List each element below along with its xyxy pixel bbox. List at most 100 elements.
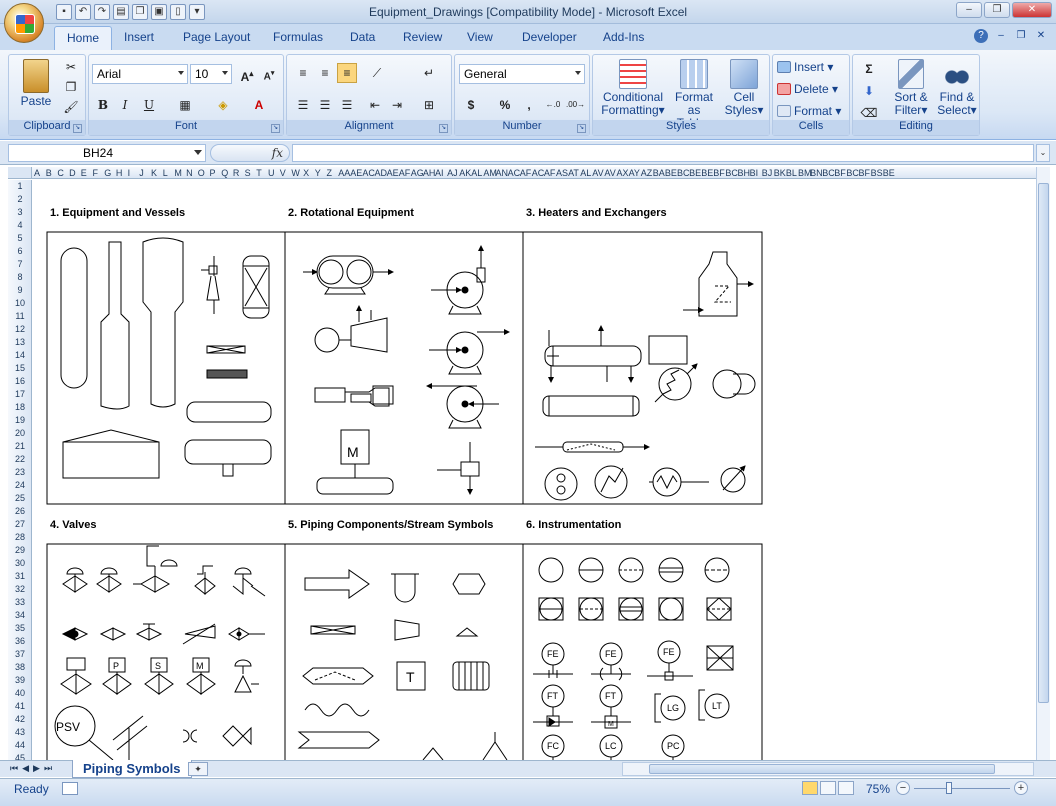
- column-header[interactable]: W: [291, 167, 303, 178]
- column-header[interactable]: AC: [362, 167, 375, 178]
- sheet-tab-piping-symbols[interactable]: Piping Symbols: [72, 760, 192, 778]
- column-header[interactable]: AF: [544, 167, 556, 178]
- row-header[interactable]: 14: [8, 349, 31, 361]
- office-button[interactable]: [4, 3, 44, 43]
- align-bottom-icon[interactable]: ≡: [337, 63, 357, 83]
- font-launcher-icon[interactable]: ↘: [271, 124, 280, 133]
- row-header[interactable]: 23: [8, 466, 31, 478]
- column-header[interactable]: BA: [653, 167, 665, 178]
- font-color-icon[interactable]: A: [249, 95, 269, 115]
- row-header[interactable]: 44: [8, 739, 31, 751]
- next-sheet-icon[interactable]: ▶: [33, 763, 40, 774]
- column-header[interactable]: D: [69, 167, 81, 178]
- column-header[interactable]: BF: [713, 167, 725, 178]
- column-header[interactable]: AZ: [641, 167, 653, 178]
- row-header[interactable]: 30: [8, 557, 31, 569]
- row-header[interactable]: 17: [8, 388, 31, 400]
- zoom-out-icon[interactable]: −: [896, 781, 910, 795]
- increase-decimal-icon[interactable]: ←.0: [543, 95, 563, 115]
- tab-page-layout[interactable]: Page Layout: [183, 30, 250, 44]
- workbook-close-icon[interactable]: ✕: [1034, 29, 1048, 43]
- row-header[interactable]: 22: [8, 453, 31, 465]
- column-header[interactable]: AT: [568, 167, 580, 178]
- orientation-icon[interactable]: ⟋: [367, 63, 387, 83]
- column-header[interactable]: BC: [822, 167, 835, 178]
- row-header[interactable]: 4: [8, 219, 31, 231]
- row-header[interactable]: 5: [8, 232, 31, 244]
- column-header[interactable]: P: [210, 167, 222, 178]
- column-header[interactable]: AG: [411, 167, 424, 178]
- tab-home[interactable]: Home: [54, 26, 113, 50]
- format-painter-icon[interactable]: 🖌: [61, 97, 81, 117]
- column-header[interactable]: BN: [810, 167, 823, 178]
- row-header[interactable]: 36: [8, 635, 31, 647]
- column-header[interactable]: L: [163, 167, 175, 178]
- column-header[interactable]: BE: [883, 167, 895, 178]
- column-header[interactable]: K: [151, 167, 163, 178]
- column-header[interactable]: BE: [665, 167, 677, 178]
- align-right-icon[interactable]: ☰: [337, 95, 357, 115]
- column-header[interactable]: BF: [834, 167, 846, 178]
- currency-button[interactable]: $: [461, 95, 481, 115]
- last-sheet-icon[interactable]: ⏭: [44, 763, 52, 774]
- column-header[interactable]: AF: [520, 167, 532, 178]
- column-header[interactable]: BE: [701, 167, 713, 178]
- column-header[interactable]: H: [116, 167, 128, 178]
- column-header[interactable]: AV: [604, 167, 616, 178]
- column-header[interactable]: AF: [399, 167, 411, 178]
- row-header[interactable]: 41: [8, 700, 31, 712]
- grow-font-icon[interactable]: A▴: [237, 64, 257, 84]
- row-header[interactable]: 12: [8, 323, 31, 335]
- row-header[interactable]: 19: [8, 414, 31, 426]
- zoom-slider-thumb[interactable]: [946, 782, 952, 794]
- increase-indent-icon[interactable]: ⇥: [387, 95, 407, 115]
- column-header[interactable]: J: [139, 167, 151, 178]
- column-header[interactable]: BM: [798, 167, 812, 178]
- tab-review[interactable]: Review: [403, 30, 442, 44]
- row-header[interactable]: 42: [8, 713, 31, 725]
- column-header[interactable]: T: [256, 167, 268, 178]
- alignment-launcher-icon[interactable]: ↘: [439, 124, 448, 133]
- column-header[interactable]: C: [57, 167, 69, 178]
- comma-button[interactable]: ,: [519, 95, 539, 115]
- column-header[interactable]: Y: [315, 167, 327, 178]
- row-header[interactable]: 24: [8, 479, 31, 491]
- column-header[interactable]: BE: [689, 167, 701, 178]
- borders-icon[interactable]: ▦: [175, 95, 195, 115]
- row-header[interactable]: 27: [8, 518, 31, 530]
- column-header[interactable]: V: [280, 167, 292, 178]
- column-header[interactable]: AV: [592, 167, 604, 178]
- shrink-font-icon[interactable]: A▾: [259, 64, 279, 84]
- fill-icon[interactable]: ⬇: [859, 81, 879, 101]
- row-header[interactable]: 35: [8, 622, 31, 634]
- column-header[interactable]: AE: [350, 167, 362, 178]
- row-header[interactable]: 10: [8, 297, 31, 309]
- expand-formula-bar-icon[interactable]: ⌄: [1036, 144, 1050, 162]
- decrease-indent-icon[interactable]: ⇤: [365, 95, 385, 115]
- row-header[interactable]: 7: [8, 258, 31, 270]
- normal-view-icon[interactable]: [802, 781, 818, 795]
- first-sheet-icon[interactable]: ⏮: [10, 763, 18, 774]
- column-header[interactable]: BC: [677, 167, 690, 178]
- column-header[interactable]: BC: [725, 167, 738, 178]
- horizontal-scrollbar[interactable]: [622, 762, 1034, 776]
- column-header[interactable]: Z: [327, 167, 339, 178]
- name-box-dropdown-icon[interactable]: [194, 150, 202, 155]
- page-layout-view-icon[interactable]: [820, 781, 836, 795]
- wrap-text-icon[interactable]: ↵: [419, 63, 439, 83]
- align-middle-icon[interactable]: ≡: [315, 63, 335, 83]
- copy-button-icon[interactable]: ❐: [61, 77, 81, 97]
- column-header[interactable]: AL: [471, 167, 483, 178]
- column-header[interactable]: AC: [532, 167, 545, 178]
- ribbon-restore-icon[interactable]: ❐: [1014, 29, 1028, 43]
- tab-developer[interactable]: Developer: [522, 30, 577, 44]
- column-header[interactable]: N: [186, 167, 198, 178]
- prev-sheet-icon[interactable]: ◀: [22, 763, 29, 774]
- row-header[interactable]: 18: [8, 401, 31, 413]
- column-header[interactable]: AJ: [447, 167, 459, 178]
- column-header[interactable]: U: [268, 167, 280, 178]
- vertical-scroll-thumb[interactable]: [1038, 183, 1049, 703]
- cell-styles-button[interactable]: Cell Styles▾: [721, 59, 767, 117]
- column-header[interactable]: AD: [375, 167, 388, 178]
- column-header[interactable]: B: [46, 167, 58, 178]
